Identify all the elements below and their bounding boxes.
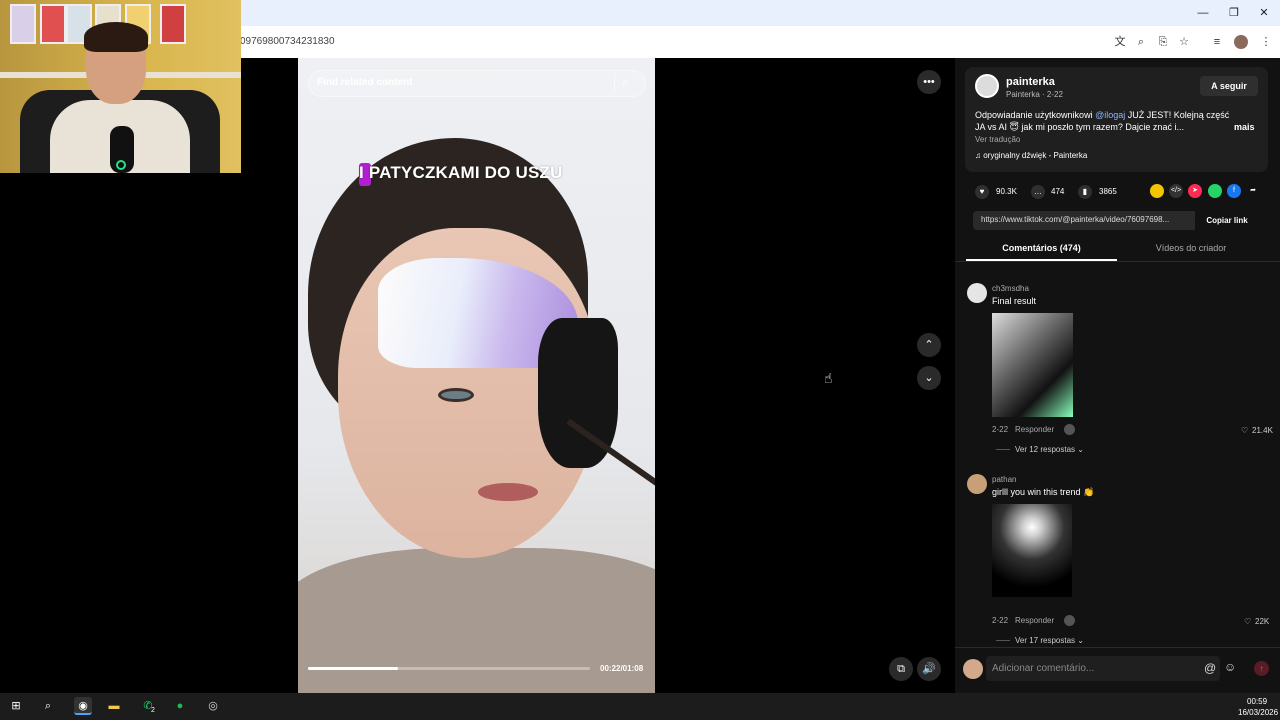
replies-line xyxy=(996,449,1010,450)
volume-icon[interactable]: 🔊 xyxy=(917,657,941,681)
emoji-icon[interactable]: ☺ xyxy=(1224,660,1236,674)
comment-username[interactable]: pathan xyxy=(992,475,1016,484)
browser-menu-icon[interactable]: ⋮ xyxy=(1259,35,1273,49)
bookmark-star-icon[interactable]: ☆ xyxy=(1177,35,1191,49)
progress-fill xyxy=(308,667,399,670)
video-player[interactable] xyxy=(298,58,655,693)
search-placeholder[interactable]: Find related content xyxy=(317,77,413,88)
minimize-icon[interactable]: — xyxy=(1196,6,1210,20)
creator-liked-avatar xyxy=(1064,615,1075,626)
share-arrow-icon[interactable]: ➦ xyxy=(1246,184,1260,198)
comment-text: Final result xyxy=(992,296,1037,306)
restore-icon[interactable]: ❐ xyxy=(1227,6,1241,20)
sound-link[interactable]: ♫ oryginalny dźwięk - Painterka xyxy=(975,151,1087,160)
like-count: 90.3K xyxy=(996,187,1017,196)
author-avatar[interactable] xyxy=(975,74,999,98)
comment-like-count: 21.4K xyxy=(1252,426,1273,435)
comment-input[interactable] xyxy=(986,656,1220,681)
taskbar-search-icon[interactable]: ⌕ xyxy=(39,697,57,715)
previous-video-icon[interactable]: ⌃ xyxy=(917,333,941,357)
comment-text: girlll you win this trend 👏 xyxy=(992,487,1095,497)
comment-count: 474 xyxy=(1051,187,1065,196)
comment-avatar[interactable] xyxy=(967,474,987,494)
comment-date: 2-22 xyxy=(992,425,1009,434)
user-avatar xyxy=(963,659,983,679)
author-name[interactable]: painterka xyxy=(1006,76,1055,88)
more-options-icon[interactable]: ••• xyxy=(917,70,941,94)
facebook-share-icon[interactable]: f xyxy=(1227,184,1241,198)
more-link[interactable]: mais xyxy=(1234,122,1255,132)
embed-icon[interactable]: </> xyxy=(1169,184,1183,198)
chrome-icon[interactable]: ◉ xyxy=(74,697,92,715)
desc-text-2: JUŻ JEST! Kolejną część xyxy=(1125,110,1230,120)
mention-link[interactable]: @ilogaj xyxy=(1095,110,1125,120)
comment-avatar[interactable] xyxy=(967,283,987,303)
reply-button[interactable]: Responder xyxy=(1015,616,1054,625)
reply-button[interactable]: Responder xyxy=(1015,425,1054,434)
zoom-icon[interactable]: ⌕ xyxy=(1134,35,1148,49)
comment-like-icon[interactable]: ♡ xyxy=(1244,617,1251,626)
view-replies-button[interactable]: Ver 12 respostas ⌄ xyxy=(1015,445,1084,454)
spotify-icon[interactable]: ● xyxy=(171,697,189,715)
view-replies-button[interactable]: Ver 17 respostas ⌄ xyxy=(1015,636,1084,645)
repost-icon[interactable] xyxy=(1150,184,1164,198)
composer-separator xyxy=(955,647,1280,648)
clock-date[interactable]: 16/03/2026 xyxy=(1238,708,1278,717)
like-icon[interactable]: ♥ xyxy=(975,185,989,199)
tab-creator-videos[interactable]: Vídeos do criador xyxy=(1117,243,1265,253)
video-time: 00:22/01:08 xyxy=(600,664,644,673)
comment-date: 2-22 xyxy=(992,616,1009,625)
send-to-friend-icon[interactable]: ➤ xyxy=(1188,184,1202,198)
close-icon[interactable]: ✕ xyxy=(1257,6,1271,20)
windows-start-icon[interactable]: ⊞ xyxy=(7,697,25,715)
obs-icon[interactable]: ◎ xyxy=(204,697,222,715)
tab-separator xyxy=(955,261,1280,262)
pip-icon[interactable]: ⧉ xyxy=(889,657,913,681)
whatsapp-badge: 2 xyxy=(151,707,155,714)
post-description-line2: JA vs AI 😇 jak mi poszło tym razem? Dajc… xyxy=(975,122,1184,132)
windows-taskbar xyxy=(0,693,1280,720)
comment-icon[interactable]: … xyxy=(1031,185,1045,199)
install-app-icon[interactable]: ⎘ xyxy=(1156,35,1170,49)
comment-like-count: 22K xyxy=(1255,617,1270,626)
media-control-icon[interactable]: ≡ xyxy=(1210,35,1224,49)
webcam-overlay xyxy=(0,0,241,173)
profile-avatar[interactable] xyxy=(1234,35,1248,49)
bookmark-icon[interactable]: ▮ xyxy=(1078,185,1092,199)
save-count: 3865 xyxy=(1099,187,1117,196)
mention-icon[interactable]: @ xyxy=(1204,661,1216,675)
comment-image[interactable] xyxy=(992,504,1072,597)
translate-icon[interactable]: 文 xyxy=(1113,35,1127,49)
author-subtitle: Painterka · 2-22 xyxy=(1006,90,1063,99)
creator-liked-avatar xyxy=(1064,424,1075,435)
following-button[interactable]: A seguir xyxy=(1200,76,1258,96)
comment-username[interactable]: ch3msdha xyxy=(992,284,1029,293)
next-video-icon[interactable]: ⌄ xyxy=(917,366,941,390)
url-text[interactable]: 09769800734231830 xyxy=(240,36,335,47)
desc-text: Odpowiadanie użytkownikowi xyxy=(975,110,1096,120)
see-translation-link[interactable]: Ver tradução xyxy=(975,135,1020,144)
replies-line xyxy=(996,640,1010,641)
comment-like-icon[interactable]: ♡ xyxy=(1241,426,1248,435)
comment-image[interactable] xyxy=(992,313,1073,417)
whatsapp-share-icon[interactable] xyxy=(1208,184,1222,198)
search-divider xyxy=(614,74,615,93)
copy-link-button[interactable]: Copiar link xyxy=(1196,211,1258,230)
clock-time[interactable]: 00:59 xyxy=(1247,697,1267,706)
file-explorer-icon[interactable]: ▬ xyxy=(105,697,123,715)
post-description-line1: Odpowiadanie użytkownikowi @ilogaj JUŻ J… xyxy=(975,110,1260,120)
send-comment-icon[interactable]: ↑ xyxy=(1254,661,1269,676)
search-icon[interactable]: ⌕ xyxy=(622,75,636,91)
video-link-text[interactable]: https://www.tiktok.com/@painterka/video/… xyxy=(981,215,1169,224)
mouse-cursor-icon: ☝ xyxy=(824,370,833,386)
video-caption: I PATYCZKAMI DO USZU xyxy=(359,163,563,182)
tab-comments[interactable]: Comentários (474) xyxy=(966,243,1117,253)
